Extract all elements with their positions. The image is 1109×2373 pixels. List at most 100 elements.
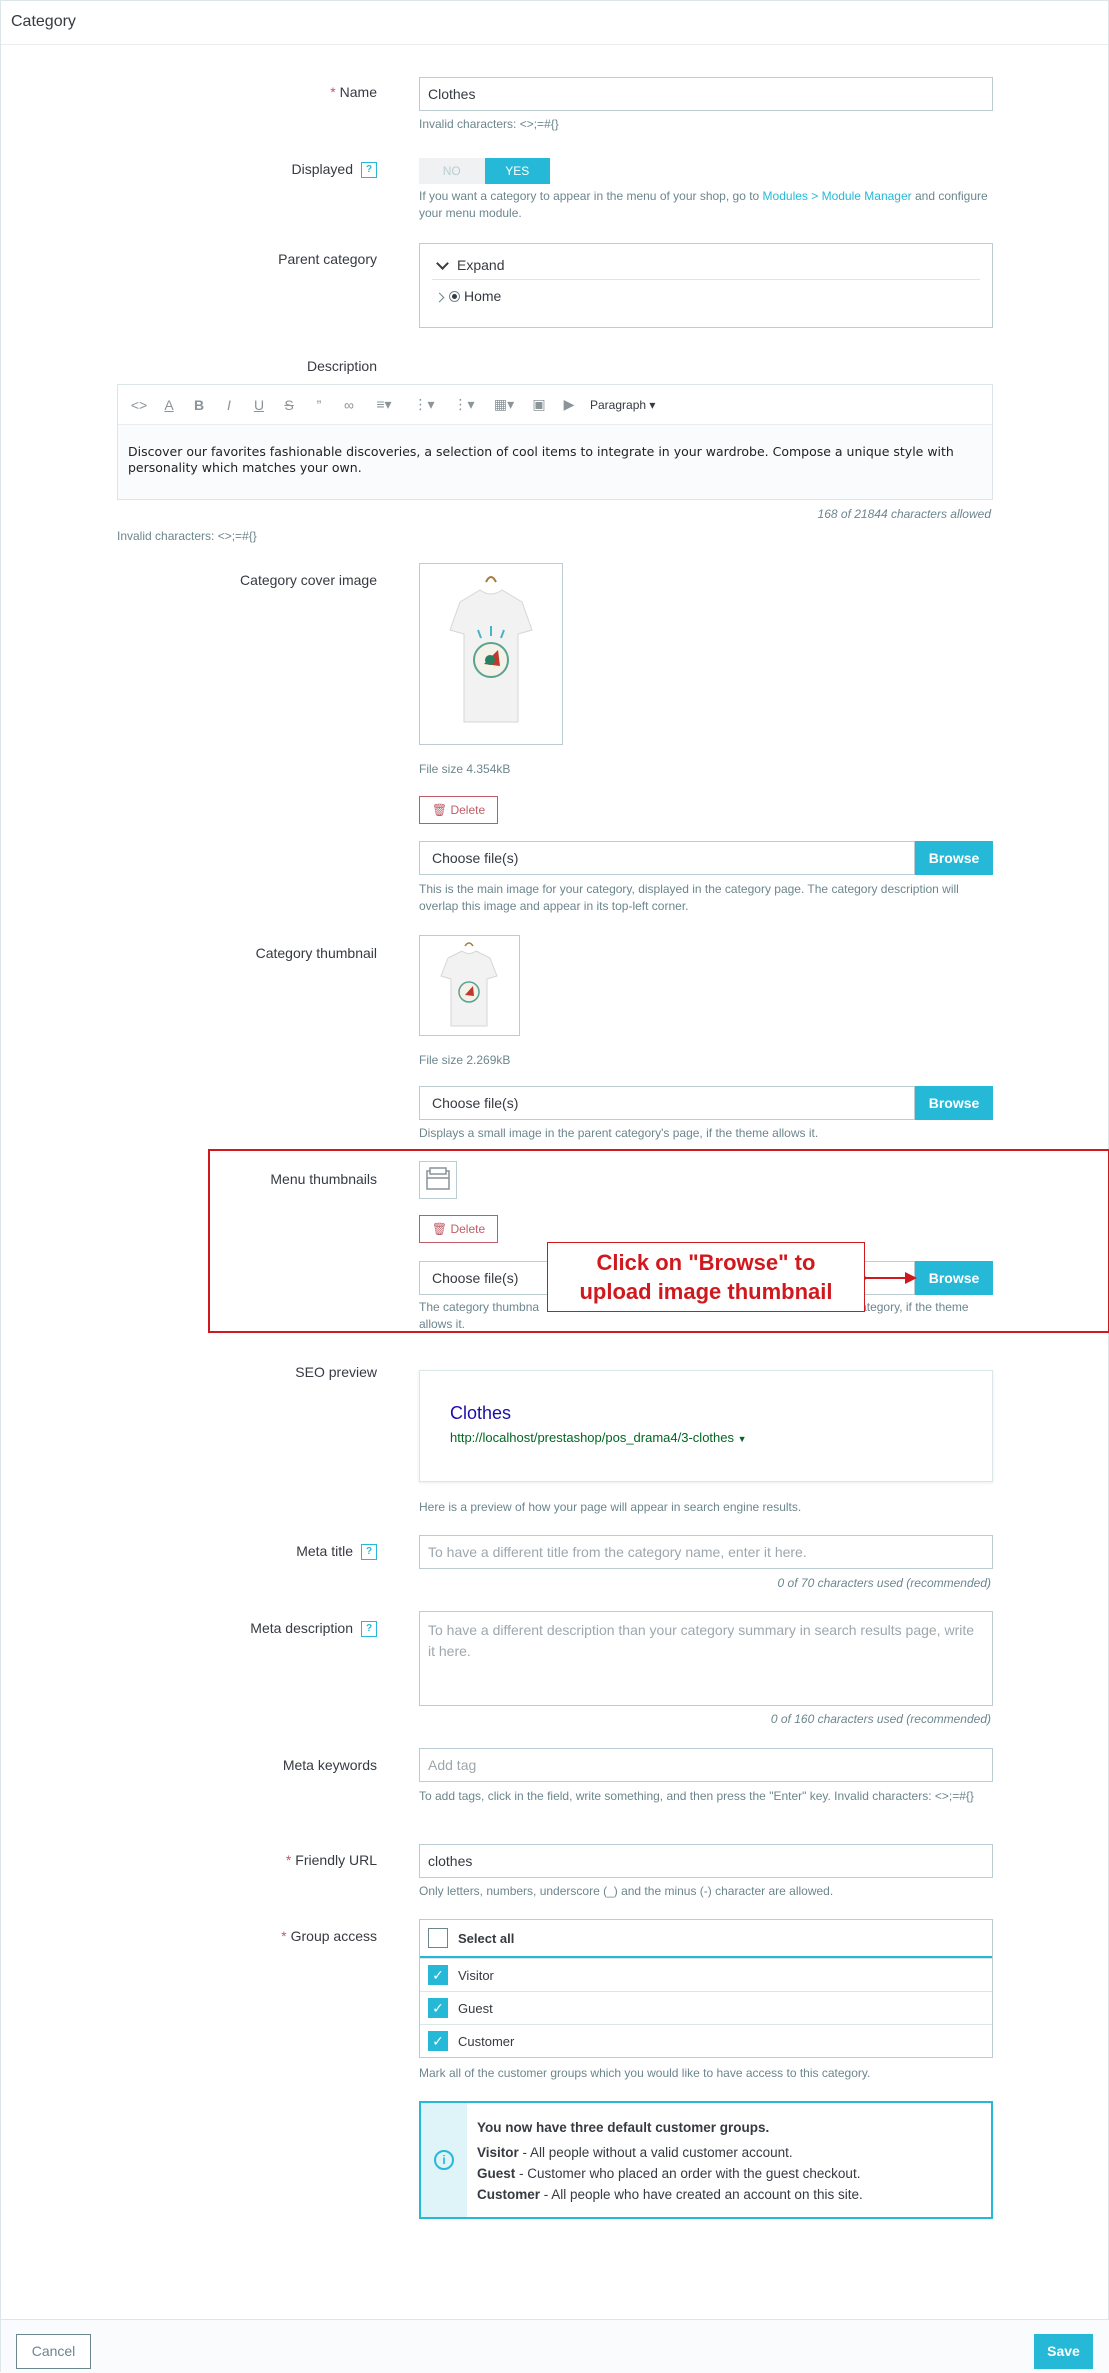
link-icon[interactable]: ∞: [336, 397, 362, 413]
thumbnail-file-input[interactable]: Choose file(s) Browse: [419, 1086, 993, 1120]
cover-browse-button[interactable]: Browse: [915, 841, 993, 875]
tshirt-thumbnail: [440, 942, 498, 1027]
seo-title: Clothes: [450, 1403, 512, 1423]
save-button[interactable]: Save: [1034, 2334, 1093, 2369]
cover-file-text[interactable]: Choose file(s): [419, 841, 915, 875]
table-icon[interactable]: ▦▾: [486, 396, 522, 413]
group-row-visitor[interactable]: ✓ Visitor: [420, 1958, 992, 1991]
thumbnail-browse-button[interactable]: Browse: [915, 1086, 993, 1120]
editor-toolbar: <> A B I U S ” ∞ ≡▾ ⋮▾ ⋮▾ ▦▾ ▣ ▶ Paragra…: [118, 385, 992, 425]
panel-title: Category: [1, 1, 1108, 45]
meta-description-textarea[interactable]: To have a different description than you…: [419, 1611, 993, 1706]
displayed-label: Displayed?: [117, 161, 377, 179]
switch-no[interactable]: NO: [419, 158, 485, 184]
thumbnail-file-size: File size 2.269kB: [419, 1053, 511, 1067]
chevron-down-icon: [436, 257, 449, 270]
meta-description-label: Meta description?: [117, 1620, 377, 1638]
tree-item-home[interactable]: Home: [432, 280, 980, 312]
select-all-row[interactable]: Select all: [420, 1920, 992, 1958]
seo-preview-box: Clothes http://localhost/prestashop/pos_…: [419, 1370, 993, 1482]
module-manager-link[interactable]: Modules > Module Manager: [763, 189, 912, 203]
annotation-arrow: [860, 1272, 917, 1284]
tshirt-image: [449, 576, 533, 723]
switch-yes[interactable]: YES: [484, 158, 550, 184]
paragraph-select[interactable]: Paragraph ▾: [590, 398, 655, 412]
thumbnail-preview: [419, 935, 520, 1036]
info-line: Guest - Customer who placed an order wit…: [477, 2166, 861, 2181]
cancel-button[interactable]: Cancel: [16, 2334, 91, 2369]
friendly-url-input[interactable]: clothes: [419, 1844, 993, 1878]
name-hint: Invalid characters: <>;=#{}: [419, 117, 559, 131]
parent-category-label: Parent category: [278, 251, 377, 267]
group-row-guest[interactable]: ✓ Guest: [420, 1991, 992, 2024]
select-all-checkbox[interactable]: [428, 1928, 448, 1948]
description-invalid-hint: Invalid characters: <>;=#{}: [117, 529, 257, 543]
meta-title-counter: 0 of 70 characters used (recommended): [777, 1576, 991, 1590]
trash-icon: 🗑: [431, 803, 448, 817]
cover-file-size: File size 4.354kB: [419, 762, 511, 776]
meta-keywords-label: Meta keywords: [282, 1757, 377, 1773]
bold-icon[interactable]: B: [186, 397, 212, 413]
text-color-icon[interactable]: A: [156, 397, 182, 413]
customer-checkbox[interactable]: ✓: [428, 2031, 448, 2051]
help-icon[interactable]: ?: [361, 1544, 377, 1561]
description-editor[interactable]: <> A B I U S ” ∞ ≡▾ ⋮▾ ⋮▾ ▦▾ ▣ ▶ Paragra…: [117, 384, 993, 500]
quote-icon[interactable]: ”: [306, 397, 332, 413]
home-radio[interactable]: [449, 291, 460, 302]
help-icon[interactable]: ?: [361, 1621, 377, 1638]
category-panel: Category * Name Clothes Invalid character…: [0, 0, 1109, 2373]
info-line: Visitor - All people without a valid cus…: [477, 2145, 793, 2160]
help-icon[interactable]: ?: [361, 162, 377, 179]
seo-hint: Here is a preview of how your page will …: [419, 1500, 802, 1514]
info-line: Customer - All people who have created a…: [477, 2187, 863, 2202]
code-icon[interactable]: <>: [126, 397, 152, 413]
tree-expand[interactable]: Expand: [432, 252, 980, 280]
thumbnail-label: Category thumbnail: [255, 945, 377, 961]
annotation-callout: Click on "Browse" to upload image thumbn…: [547, 1242, 865, 1312]
description-counter: 168 of 21844 characters allowed: [817, 507, 991, 521]
cover-image-preview: [419, 563, 563, 745]
group-access-hint: Mark all of the customer groups which yo…: [419, 2066, 871, 2080]
info-title: You now have three default customer grou…: [477, 2120, 770, 2135]
italic-icon[interactable]: I: [216, 397, 242, 413]
seo-url: http://localhost/prestashop/pos_drama4/3…: [450, 1430, 747, 1445]
meta-title-input[interactable]: To have a different title from the categ…: [419, 1535, 993, 1569]
numbered-list-icon[interactable]: ⋮▾: [446, 396, 482, 413]
image-icon[interactable]: ▣: [526, 396, 552, 413]
panel-footer: Cancel Save: [1, 2319, 1109, 2373]
meta-keywords-hint: To add tags, click in the field, write s…: [419, 1789, 974, 1803]
bullet-list-icon[interactable]: ⋮▾: [406, 396, 442, 413]
friendly-url-label: * Friendly URL: [285, 1852, 377, 1868]
info-body: You now have three default customer grou…: [467, 2103, 873, 2217]
callout-line-2: upload image thumbnail: [579, 1279, 833, 1304]
cover-hint: This is the main image for your category…: [419, 882, 959, 913]
meta-title-label: Meta title?: [117, 1543, 377, 1561]
category-tree: Expand Home: [419, 243, 993, 328]
cover-file-input[interactable]: Choose file(s) Browse: [419, 841, 993, 875]
info-icon: i: [434, 2150, 454, 2170]
thumbnail-file-text[interactable]: Choose file(s): [419, 1086, 915, 1120]
seo-preview-label: SEO preview: [295, 1364, 377, 1380]
displayed-hint: If you want a category to appear in the …: [419, 189, 988, 220]
group-access-table: Select all ✓ Visitor ✓ Guest ✓ Customer: [419, 1919, 993, 2058]
meta-description-counter: 0 of 160 characters used (recommended): [770, 1712, 991, 1726]
visitor-checkbox[interactable]: ✓: [428, 1965, 448, 1985]
name-input[interactable]: Clothes: [419, 77, 993, 111]
thumbnail-hint: Displays a small image in the parent cat…: [419, 1126, 819, 1140]
underline-icon[interactable]: U: [246, 397, 272, 413]
strikethrough-icon[interactable]: S: [276, 397, 302, 413]
displayed-switch[interactable]: NO YES: [419, 158, 550, 184]
friendly-url-hint: Only letters, numbers, underscore (_) an…: [419, 1884, 834, 1898]
cover-image-label: Category cover image: [240, 572, 377, 588]
cover-delete-button[interactable]: 🗑 Delete: [419, 796, 498, 824]
description-label: Description: [306, 358, 377, 374]
chevron-right-icon: [434, 292, 445, 303]
meta-keywords-input[interactable]: Add tag: [419, 1748, 993, 1782]
info-alert: i You now have three default customer gr…: [419, 2101, 993, 2219]
media-icon[interactable]: ▶: [556, 396, 582, 413]
description-text[interactable]: Discover our favorites fashionable disco…: [118, 425, 992, 499]
guest-checkbox[interactable]: ✓: [428, 1998, 448, 2018]
group-access-label: * Group access: [281, 1928, 377, 1944]
align-icon[interactable]: ≡▾: [366, 396, 402, 413]
group-row-customer[interactable]: ✓ Customer: [420, 2024, 992, 2057]
